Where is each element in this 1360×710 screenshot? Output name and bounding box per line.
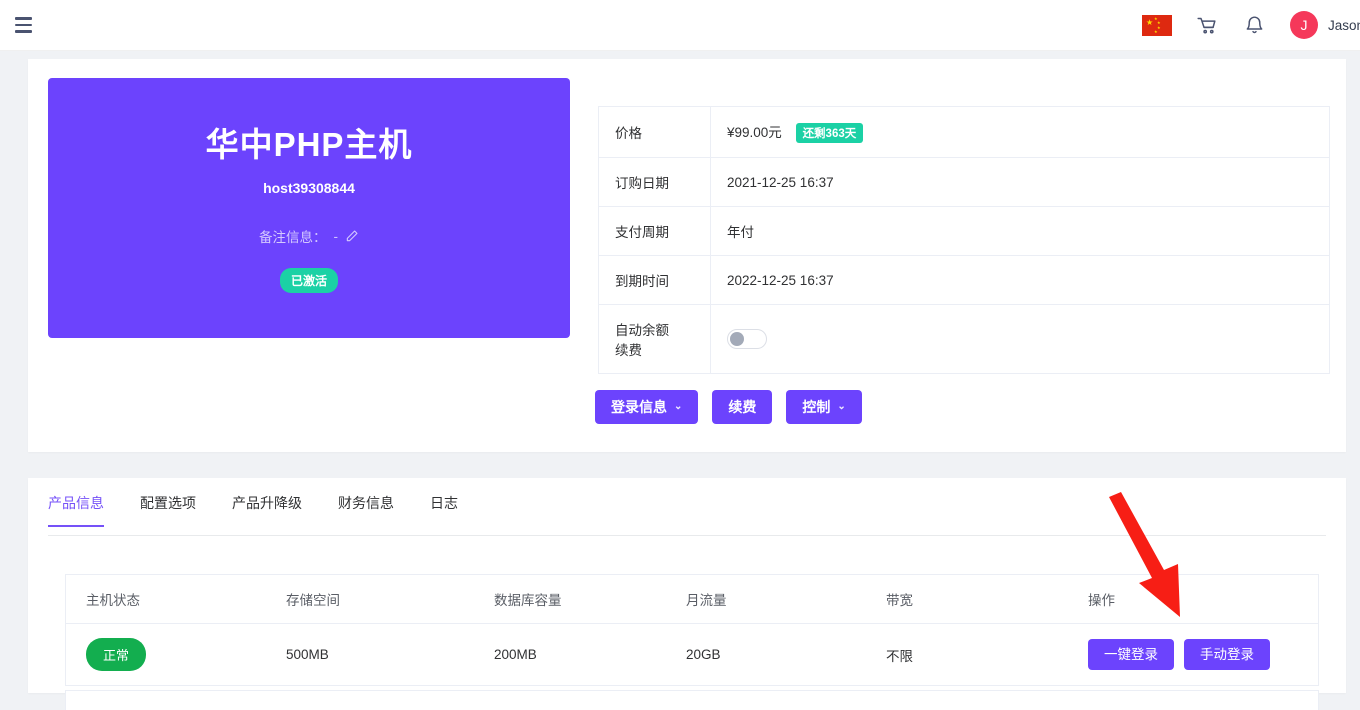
notification-bell-icon[interactable] [1242,12,1268,38]
username-label[interactable]: Jason [1328,18,1360,33]
host-info-table: 价格 ¥99.00元 还剩363天 订购日期 2021-12-25 16:37 … [598,106,1330,374]
product-tab-bar: 产品信息 配置选项 产品升降级 财务信息 日志 [48,493,1326,536]
product-detail-card: 产品信息 配置选项 产品升降级 财务信息 日志 主机状态 存储空间 数据库容量 … [28,478,1346,693]
top-navigation-bar: ★ ★ ★ ★ ★ J Jason [0,0,1360,51]
table-row: 到期时间 2022-12-25 16:37 [599,256,1330,305]
table-header-row: 主机状态 存储空间 数据库容量 月流量 带宽 操作 [66,575,1318,624]
hamburger-line [15,17,32,20]
info-label-expiry: 到期时间 [599,256,711,305]
tab-product-info[interactable]: 产品信息 [48,493,122,526]
login-info-button[interactable]: 登录信息 ⌄ [595,390,698,424]
status-badge-normal: 正常 [86,638,146,671]
product-table-continuation [65,690,1319,710]
col-header-host-status: 主机状态 [66,575,266,624]
tab-billing-info[interactable]: 财务信息 [320,493,412,526]
manual-login-button[interactable]: 手动登录 [1184,639,1270,671]
product-info-table-wrapper: 主机状态 存储空间 数据库容量 月流量 带宽 操作 正常 500MB 200MB… [65,574,1319,686]
operations-button-group: 一键登录 手动登录 [1088,639,1318,671]
topbar-right-cluster: ★ ★ ★ ★ ★ J Jason [1142,11,1360,39]
cell-operations: 一键登录 手动登录 [1068,624,1318,686]
flag-star-small: ★ [1154,30,1158,34]
host-id: host39308844 [48,180,570,196]
flag-star-small: ★ [1157,21,1161,25]
control-button[interactable]: 控制 ⌄ [786,390,861,424]
host-summary-card: 华中PHP主机 host39308844 备注信息： - 已激活 价格 ¥99.… [28,59,1346,452]
info-value-price: ¥99.00元 [727,125,782,140]
info-value-price-cell: ¥99.00元 还剩363天 [711,107,1330,158]
control-label: 控制 [802,400,830,414]
hamburger-line [15,30,32,33]
table-row: 自动余额续费 [599,305,1330,374]
host-title: 华中PHP主机 [48,124,570,166]
user-avatar[interactable]: J [1290,11,1318,39]
cell-storage: 500MB [266,624,474,686]
hamburger-line [15,24,32,27]
info-value-expiry: 2022-12-25 16:37 [711,256,1330,305]
tab-upgrade-downgrade[interactable]: 产品升降级 [214,493,320,526]
col-header-operations: 操作 [1068,575,1318,624]
chevron-down-icon: ⌄ [674,402,682,412]
cell-bandwidth: 不限 [866,624,1068,686]
table-row: 价格 ¥99.00元 还剩363天 [599,107,1330,158]
renew-label: 续费 [728,400,756,414]
cell-database: 200MB [474,624,666,686]
table-row: 订购日期 2021-12-25 16:37 [599,158,1330,207]
login-info-label: 登录信息 [611,400,667,414]
col-header-database: 数据库容量 [474,575,666,624]
cell-traffic: 20GB [666,624,866,686]
tab-config-options[interactable]: 配置选项 [122,493,214,526]
host-hero-panel: 华中PHP主机 host39308844 备注信息： - 已激活 [48,78,570,338]
info-value-order-date: 2021-12-25 16:37 [711,158,1330,207]
note-label: 备注信息： [259,226,327,246]
host-status-badge: 已激活 [280,268,338,293]
tab-logs[interactable]: 日志 [412,493,476,526]
host-note-row: 备注信息： - [48,226,570,246]
shopping-cart-icon[interactable] [1194,12,1220,38]
auto-renew-toggle[interactable] [727,329,767,349]
col-header-traffic: 月流量 [666,575,866,624]
note-value: - [334,229,339,244]
info-label-price: 价格 [599,107,711,158]
table-row: 支付周期 年付 [599,207,1330,256]
flag-star-large: ★ [1146,19,1153,27]
col-header-storage: 存储空间 [266,575,474,624]
info-label-auto-renew: 自动余额续费 [599,305,711,374]
info-label-billing-cycle: 支付周期 [599,207,711,256]
remaining-days-badge: 还剩363天 [796,123,864,143]
chevron-down-icon: ⌄ [837,402,845,412]
info-value-billing-cycle: 年付 [711,207,1330,256]
toggle-knob [730,332,744,346]
host-action-buttons: 登录信息 ⌄ 续费 控制 ⌄ [595,390,862,424]
china-flag-icon[interactable]: ★ ★ ★ ★ ★ [1142,15,1172,36]
info-label-order-date: 订购日期 [599,158,711,207]
one-click-login-button[interactable]: 一键登录 [1088,639,1174,671]
table-row: 正常 500MB 200MB 20GB 不限 一键登录 手动登录 [66,624,1318,686]
hamburger-menu-icon[interactable] [10,12,36,38]
col-header-bandwidth: 带宽 [866,575,1068,624]
renew-button[interactable]: 续费 [712,390,772,424]
info-value-auto-renew-cell [711,305,1330,374]
cell-host-status: 正常 [66,624,266,686]
product-info-table: 主机状态 存储空间 数据库容量 月流量 带宽 操作 正常 500MB 200MB… [66,575,1318,686]
pencil-edit-icon[interactable] [345,229,359,243]
